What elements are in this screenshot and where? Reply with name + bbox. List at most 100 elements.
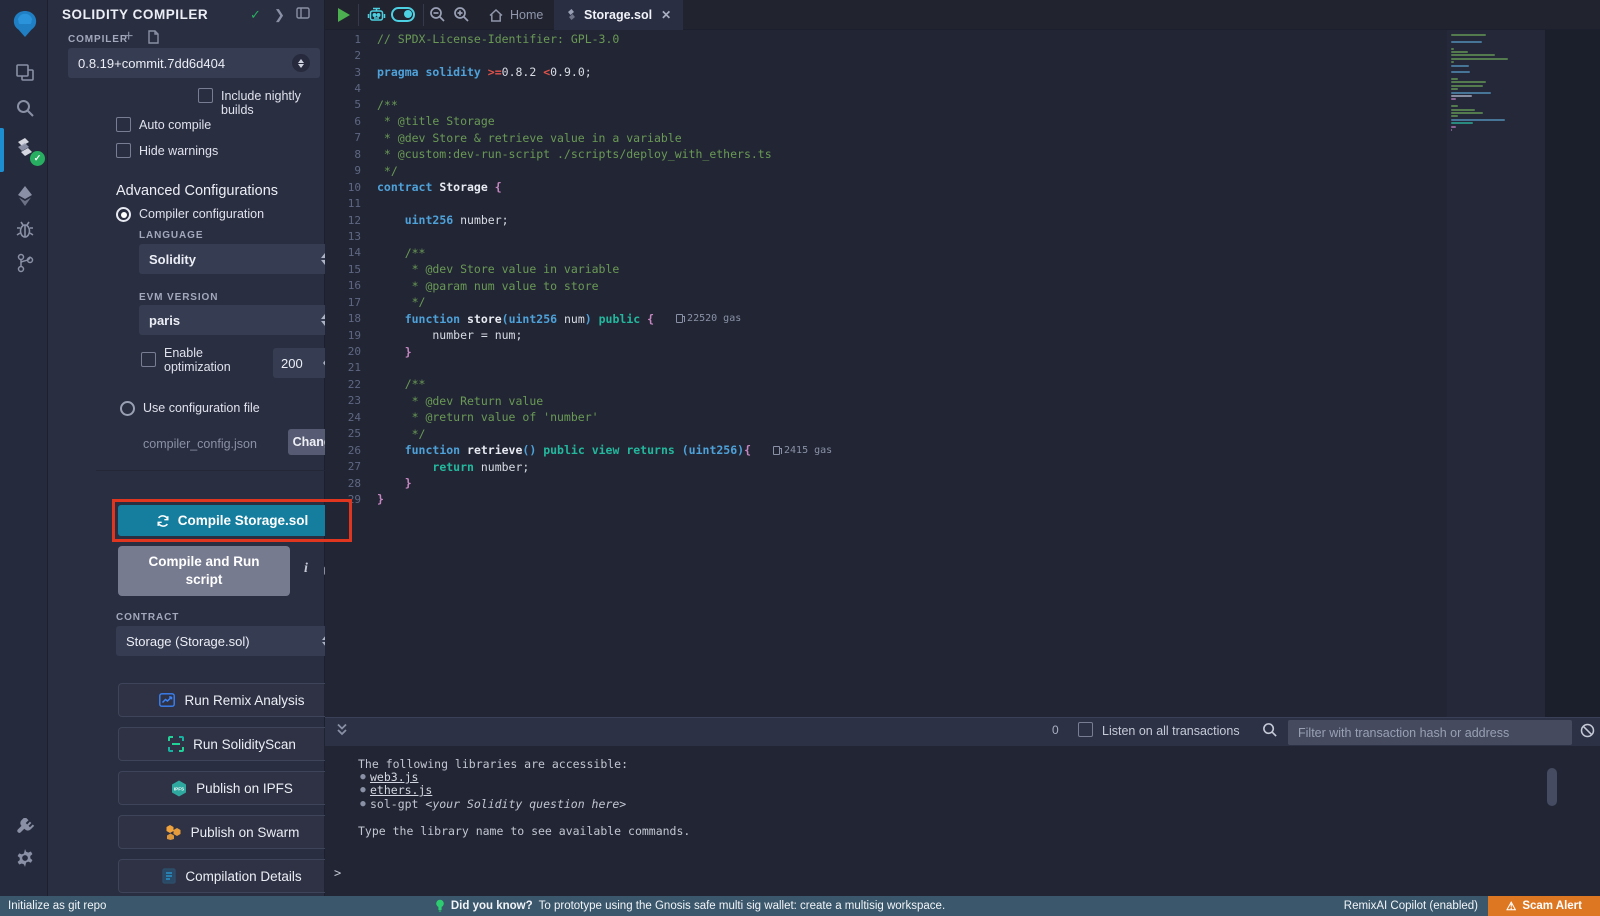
code-line[interactable]: 14 /** bbox=[325, 245, 1447, 261]
open-file-icon[interactable] bbox=[146, 30, 159, 47]
add-compiler-icon[interactable]: + bbox=[124, 28, 133, 46]
copilot-toggle[interactable] bbox=[391, 7, 415, 22]
run-script-play-icon[interactable] bbox=[337, 7, 351, 28]
collapse-terminal-icon[interactable] bbox=[336, 723, 348, 741]
chevron-right-icon[interactable]: ❯ bbox=[274, 7, 285, 23]
code-line[interactable]: 26 function retrieve() public view retur… bbox=[325, 442, 1447, 458]
plugin-manager-icon[interactable] bbox=[12, 815, 38, 841]
code-line[interactable]: 23 * @dev Return value bbox=[325, 393, 1447, 409]
publish-ipfs-button[interactable]: IPFS Publish on IPFS bbox=[118, 771, 346, 805]
code-line[interactable]: 2 bbox=[325, 47, 1447, 63]
remixai-robot-icon[interactable] bbox=[367, 6, 386, 29]
contract-select[interactable]: Storage (Storage.sol) bbox=[116, 626, 340, 656]
code-line[interactable]: 11 bbox=[325, 195, 1447, 211]
deploy-run-icon[interactable] bbox=[12, 183, 38, 209]
code-line[interactable]: 9 */ bbox=[325, 163, 1447, 179]
runs-value-field[interactable] bbox=[281, 356, 315, 371]
tab-storage-sol[interactable]: Storage.sol ✕ bbox=[554, 0, 683, 30]
code-editor[interactable]: 1// SPDX-License-Identifier: GPL-3.023pr… bbox=[325, 30, 1447, 717]
editor-minimap[interactable] bbox=[1447, 30, 1545, 717]
hide-warnings-checkbox[interactable] bbox=[116, 143, 131, 158]
line-number: 11 bbox=[325, 197, 377, 210]
code-line[interactable]: 28 } bbox=[325, 475, 1447, 491]
code-line[interactable]: 6 * @title Storage bbox=[325, 113, 1447, 129]
advanced-configurations-title[interactable]: Advanced Configurations bbox=[116, 183, 278, 199]
code-line[interactable]: 13 bbox=[325, 228, 1447, 244]
line-number: 13 bbox=[325, 230, 377, 243]
compiler-section-label: COMPILER bbox=[68, 34, 128, 45]
code-line[interactable]: 7 * @dev Store & retrieve value in a var… bbox=[325, 130, 1447, 146]
compile-success-badge: ✓ bbox=[30, 151, 45, 166]
code-line[interactable]: 21 bbox=[325, 360, 1447, 376]
close-tab-icon[interactable]: ✕ bbox=[661, 8, 671, 22]
evm-version-select[interactable]: paris bbox=[139, 305, 339, 335]
code-line[interactable]: 5/** bbox=[325, 97, 1447, 113]
zoom-out-icon[interactable] bbox=[429, 6, 446, 28]
clear-console-icon[interactable] bbox=[1580, 723, 1595, 743]
terminal-search-icon[interactable] bbox=[1262, 722, 1278, 743]
solidity-compiler-icon[interactable]: ✓ bbox=[12, 136, 38, 162]
code-line[interactable]: 17 */ bbox=[325, 294, 1447, 310]
code-line[interactable]: 16 * @param num value to store bbox=[325, 278, 1447, 294]
compile-and-run-button[interactable]: Compile and Runscript bbox=[118, 546, 290, 596]
zoom-in-icon[interactable] bbox=[453, 6, 470, 28]
include-nightly-checkbox[interactable] bbox=[198, 88, 213, 103]
remix-logo[interactable] bbox=[12, 11, 38, 37]
code-line[interactable]: 12 uint256 number; bbox=[325, 212, 1447, 228]
settings-gear-icon[interactable] bbox=[12, 845, 38, 871]
compiler-version-select[interactable]: 0.8.19+commit.7dd6d404 bbox=[68, 48, 320, 78]
file-explorer-icon[interactable] bbox=[12, 60, 38, 86]
code-line[interactable]: 1// SPDX-License-Identifier: GPL-3.0 bbox=[325, 31, 1447, 47]
code-line[interactable]: 3pragma solidity >=0.8.2 <0.9.0; bbox=[325, 64, 1447, 80]
code-line[interactable]: 18 function store(uint256 num) public {2… bbox=[325, 310, 1447, 326]
code-line[interactable]: 27 return number; bbox=[325, 458, 1447, 474]
pin-panel-icon[interactable] bbox=[296, 7, 310, 22]
tab-home[interactable]: Home bbox=[477, 0, 555, 30]
solidity-compiler-panel: SOLIDITY COMPILER ✓ ❯ COMPILER + 0.8.19+… bbox=[48, 0, 325, 896]
did-you-know-tip: Did you know? To prototype using the Gno… bbox=[0, 899, 1380, 913]
bullet-icon: ● bbox=[358, 799, 368, 809]
terminal-prompt[interactable]: > bbox=[334, 866, 341, 880]
compiler-config-radio[interactable] bbox=[116, 207, 131, 222]
divider bbox=[423, 4, 424, 26]
terminal-output[interactable]: The following libraries are accessible: … bbox=[325, 746, 1600, 896]
run-solidityscan-button[interactable]: Run SolidityScan bbox=[118, 727, 346, 761]
code-line[interactable]: 10contract Storage { bbox=[325, 179, 1447, 195]
code-line[interactable]: 22 /** bbox=[325, 376, 1447, 392]
terminal-scrollbar-thumb[interactable] bbox=[1547, 768, 1557, 806]
compilation-details-button[interactable]: Compilation Details bbox=[118, 859, 346, 893]
language-select[interactable]: Solidity bbox=[139, 244, 339, 274]
run-remix-analysis-button[interactable]: Run Remix Analysis bbox=[118, 683, 346, 717]
auto-compile-checkbox[interactable] bbox=[116, 117, 131, 132]
enable-optimization-checkbox[interactable] bbox=[141, 352, 156, 367]
line-number: 6 bbox=[325, 115, 377, 128]
ethers-link[interactable]: ethers.js bbox=[370, 783, 432, 797]
code-line[interactable]: 15 * @dev Store value in variable bbox=[325, 261, 1447, 277]
analysis-icon bbox=[159, 693, 175, 707]
transaction-filter-input[interactable] bbox=[1288, 720, 1572, 745]
code-line[interactable]: 25 */ bbox=[325, 426, 1447, 442]
web3-link[interactable]: web3.js bbox=[370, 770, 418, 784]
active-plugin-indicator bbox=[0, 128, 4, 172]
info-icon[interactable]: i bbox=[304, 561, 308, 577]
code-line[interactable]: 20 } bbox=[325, 343, 1447, 359]
copilot-status[interactable]: RemixAI Copilot (enabled) bbox=[1344, 900, 1478, 912]
use-config-file-radio[interactable] bbox=[120, 401, 135, 416]
code-line[interactable]: 4 bbox=[325, 80, 1447, 96]
code-line[interactable]: 24 * @return value of 'number' bbox=[325, 409, 1447, 425]
git-icon[interactable] bbox=[12, 250, 38, 276]
search-icon[interactable] bbox=[12, 95, 38, 121]
use-config-file-label: Use configuration file bbox=[143, 401, 260, 415]
editor-scrollbar-track[interactable] bbox=[1545, 30, 1600, 717]
panel-title: SOLIDITY COMPILER bbox=[62, 7, 208, 22]
remix-ide-window: ✓ SOLIDITY COMPILER ✓ ❯ COMPILER + bbox=[0, 0, 1600, 916]
compile-button[interactable]: Compile Storage.sol bbox=[118, 505, 346, 536]
listen-all-transactions-checkbox[interactable] bbox=[1078, 722, 1093, 737]
debugger-icon[interactable] bbox=[12, 216, 38, 242]
code-line[interactable]: 8 * @custom:dev-run-script ./scripts/dep… bbox=[325, 146, 1447, 162]
code-line[interactable]: 19 number = num; bbox=[325, 327, 1447, 343]
code-line[interactable]: 29} bbox=[325, 491, 1447, 507]
terminal-line: Type the library name to see available c… bbox=[358, 824, 1600, 837]
scam-alert-badge[interactable]: ⚠ Scam Alert bbox=[1488, 896, 1600, 916]
publish-swarm-button[interactable]: Publish on Swarm bbox=[118, 815, 346, 849]
